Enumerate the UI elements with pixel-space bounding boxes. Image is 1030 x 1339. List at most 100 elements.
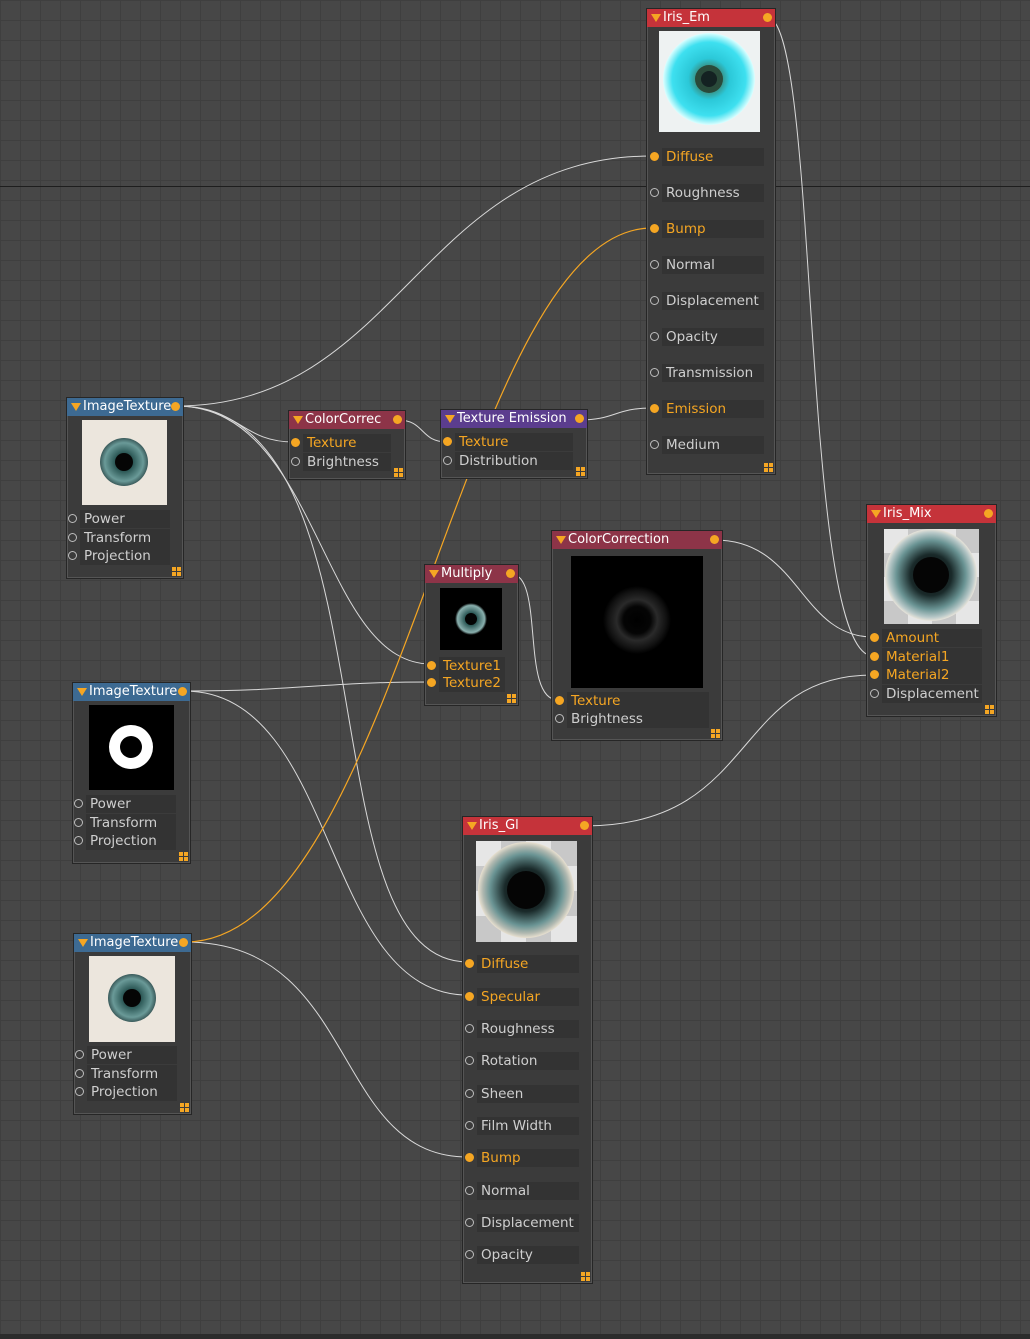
node-color-correction[interactable]: ColorCorrection Texture Brightness bbox=[551, 530, 723, 741]
node-color-correc[interactable]: ColorCorrec Texture Brightness bbox=[288, 410, 406, 480]
collapse-triangle-icon[interactable] bbox=[78, 939, 88, 947]
node-header[interactable]: ImageTexture bbox=[73, 683, 190, 701]
port-opacity[interactable]: Opacity bbox=[465, 1246, 585, 1264]
port-transmission[interactable]: Transmission bbox=[650, 364, 770, 382]
wire-texemission-to-iris-em-emission bbox=[579, 407, 653, 421]
node-iris-mix[interactable]: Iris_Mix Amount Material1 Material2 Disp… bbox=[866, 504, 997, 717]
output-port[interactable] bbox=[580, 821, 589, 830]
resize-handle-icon[interactable] bbox=[576, 467, 585, 476]
collapse-triangle-icon[interactable] bbox=[467, 822, 477, 830]
collapse-triangle-icon[interactable] bbox=[77, 688, 87, 696]
resize-handle-icon[interactable] bbox=[507, 694, 516, 703]
resize-handle-icon[interactable] bbox=[764, 463, 773, 472]
collapse-triangle-icon[interactable] bbox=[429, 570, 439, 578]
eye-texture-thumbnail bbox=[89, 956, 175, 1042]
node-image-texture-1[interactable]: ImageTexture Power Transform Projection bbox=[66, 397, 184, 579]
node-header[interactable]: ImageTexture bbox=[74, 934, 191, 952]
node-iris-gl[interactable]: Iris_Gl Diffuse Specular Roughness Rotat… bbox=[462, 816, 593, 1284]
port-normal[interactable]: Normal bbox=[650, 256, 770, 274]
resize-handle-icon[interactable] bbox=[581, 1272, 590, 1281]
port-texture2[interactable]: Texture2 bbox=[427, 674, 513, 692]
port-material1[interactable]: Material1 bbox=[870, 648, 990, 666]
port-material2[interactable]: Material2 bbox=[870, 666, 990, 684]
port-roughness[interactable]: Roughness bbox=[650, 184, 770, 202]
node-header[interactable]: ColorCorrection bbox=[552, 531, 722, 549]
wire-imgtex1-to-colorcorrec bbox=[175, 405, 295, 443]
resize-handle-icon[interactable] bbox=[172, 567, 181, 576]
output-port[interactable] bbox=[575, 414, 584, 423]
collapse-triangle-icon[interactable] bbox=[293, 416, 303, 424]
multiply-thumbnail bbox=[440, 588, 502, 650]
port-bump[interactable]: Bump bbox=[650, 220, 770, 238]
port-power[interactable]: Power bbox=[75, 1046, 185, 1064]
output-port[interactable] bbox=[178, 687, 187, 696]
port-brightness[interactable]: Brightness bbox=[291, 453, 399, 471]
port-transform[interactable]: Transform bbox=[74, 814, 184, 832]
port-roughness[interactable]: Roughness bbox=[465, 1020, 585, 1038]
node-header[interactable]: Texture Emission bbox=[441, 410, 587, 428]
port-projection[interactable]: Projection bbox=[75, 1083, 185, 1101]
port-texture1[interactable]: Texture1 bbox=[427, 657, 513, 675]
port-displacement[interactable]: Displacement bbox=[870, 685, 990, 703]
node-image-texture-2[interactable]: ImageTexture Power Transform Projection bbox=[72, 682, 191, 864]
port-transform[interactable]: Transform bbox=[75, 1065, 185, 1083]
port-brightness[interactable]: Brightness bbox=[555, 710, 717, 728]
node-image-texture-3[interactable]: ImageTexture Power Transform Projection bbox=[73, 933, 192, 1115]
resize-handle-icon[interactable] bbox=[179, 852, 188, 861]
port-diffuse[interactable]: Diffuse bbox=[650, 148, 770, 166]
port-power[interactable]: Power bbox=[74, 795, 184, 813]
collapse-triangle-icon[interactable] bbox=[651, 14, 661, 22]
port-texture[interactable]: Texture bbox=[555, 692, 717, 710]
port-projection[interactable]: Projection bbox=[74, 832, 184, 850]
port-power[interactable]: Power bbox=[68, 510, 178, 528]
node-header[interactable]: Multiply bbox=[425, 565, 518, 583]
wire-colorcorrection-to-iris-mix-amount bbox=[714, 539, 874, 638]
output-port[interactable] bbox=[984, 509, 993, 518]
collapse-triangle-icon[interactable] bbox=[445, 415, 455, 423]
node-title: Iris_Mix bbox=[883, 506, 932, 521]
output-port[interactable] bbox=[171, 402, 180, 411]
port-projection[interactable]: Projection bbox=[68, 547, 178, 565]
resize-handle-icon[interactable] bbox=[985, 705, 994, 714]
port-distribution[interactable]: Distribution bbox=[443, 452, 581, 470]
output-port[interactable] bbox=[710, 535, 719, 544]
port-bump[interactable]: Bump bbox=[465, 1149, 585, 1167]
port-sheen[interactable]: Sheen bbox=[465, 1085, 585, 1103]
port-rotation[interactable]: Rotation bbox=[465, 1052, 585, 1070]
collapse-triangle-icon[interactable] bbox=[556, 536, 566, 544]
node-texture-emission[interactable]: Texture Emission Texture Distribution bbox=[440, 409, 588, 479]
output-port[interactable] bbox=[393, 415, 402, 424]
resize-handle-icon[interactable] bbox=[394, 468, 403, 477]
output-port[interactable] bbox=[506, 569, 515, 578]
node-multiply[interactable]: Multiply Texture1 Texture2 bbox=[424, 564, 519, 706]
output-port[interactable] bbox=[763, 13, 772, 22]
node-iris-em[interactable]: Iris_Em Diffuse Roughness Bump Normal Di… bbox=[646, 8, 776, 475]
port-opacity[interactable]: Opacity bbox=[650, 328, 770, 346]
port-texture[interactable]: Texture bbox=[291, 434, 399, 452]
resize-handle-icon[interactable] bbox=[711, 729, 720, 738]
collapse-triangle-icon[interactable] bbox=[71, 403, 81, 411]
port-amount[interactable]: Amount bbox=[870, 629, 990, 647]
port-normal[interactable]: Normal bbox=[465, 1182, 585, 1200]
iris-mix-thumbnail bbox=[884, 529, 979, 624]
port-diffuse[interactable]: Diffuse bbox=[465, 955, 585, 973]
port-displacement[interactable]: Displacement bbox=[465, 1214, 585, 1232]
resize-handle-icon[interactable] bbox=[180, 1103, 189, 1112]
port-specular[interactable]: Specular bbox=[465, 988, 585, 1006]
node-header[interactable]: ColorCorrec bbox=[289, 411, 405, 429]
node-header[interactable]: Iris_Mix bbox=[867, 505, 996, 523]
port-displacement[interactable]: Displacement bbox=[650, 292, 770, 310]
port-medium[interactable]: Medium bbox=[650, 436, 770, 454]
wire-imgtex3-to-iris-gl-bump bbox=[184, 941, 469, 1158]
port-film-width[interactable]: Film Width bbox=[465, 1117, 585, 1135]
node-header[interactable]: Iris_Em bbox=[647, 9, 775, 27]
port-transform[interactable]: Transform bbox=[68, 529, 178, 547]
node-header[interactable]: Iris_Gl bbox=[463, 817, 592, 835]
node-header[interactable]: ImageTexture bbox=[67, 398, 183, 416]
port-texture[interactable]: Texture bbox=[443, 433, 581, 451]
output-port[interactable] bbox=[179, 938, 188, 947]
collapse-triangle-icon[interactable] bbox=[871, 510, 881, 518]
port-emission[interactable]: Emission bbox=[650, 400, 770, 418]
wire-imgtex1-to-iris-em-diffuse bbox=[175, 155, 653, 407]
node-title: Multiply bbox=[441, 566, 493, 581]
